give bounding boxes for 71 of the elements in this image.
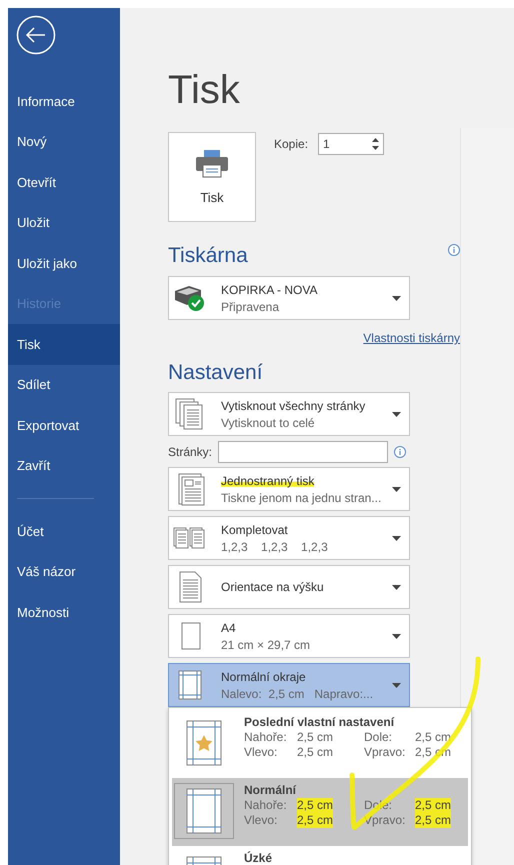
printer-status: Připravena <box>221 300 280 314</box>
dropdown-caret-icon <box>392 584 401 590</box>
margin-value: 2,5 cm <box>297 813 334 828</box>
margin-label: Vlevo: <box>244 813 278 828</box>
spin-arrows-icon[interactable] <box>372 137 380 151</box>
dropdown-caret-icon <box>392 682 401 688</box>
dropdown-caret-icon <box>392 296 401 300</box>
sidebar-item[interactable]: Informace <box>8 81 120 122</box>
print-button[interactable]: Tisk <box>168 132 256 222</box>
info-icon[interactable] <box>394 446 406 458</box>
margin-label: Vpravo: <box>364 813 406 828</box>
dropdown-caret-icon <box>392 412 401 416</box>
option-title: Vytisknout všechny stránky <box>221 398 366 412</box>
option-title: Poslední vlastní nastavení <box>244 715 396 729</box>
sidebar-item[interactable]: Účet <box>8 511 120 552</box>
sidebar-item[interactable]: Uložit <box>8 202 120 243</box>
margin-label: Nahoře: <box>244 798 288 813</box>
sidebar-item[interactable]: Zavřít <box>8 446 120 486</box>
option-detail: Tiskne jenom na jednu stran... <box>221 490 382 504</box>
sidebar-item[interactable]: Možnosti <box>8 592 120 632</box>
sidebar-item[interactable]: Sdílet <box>8 364 120 405</box>
option-title: Úzké <box>244 851 274 865</box>
pages-input-field[interactable] <box>218 441 388 463</box>
sidebar-item[interactable]: Otevřít <box>8 162 120 202</box>
margin-label: Vlevo: <box>244 745 278 760</box>
dropdown-caret-icon <box>392 536 401 540</box>
margin-value: 2,5 cm <box>297 745 334 760</box>
copies-label: Kopie: <box>274 137 308 151</box>
printer-name: KOPIRKA - NOVA <box>221 282 318 296</box>
dropdown-caret-icon <box>392 486 401 492</box>
sidebar-item[interactable]: Nový <box>8 122 120 162</box>
margin-value: 2,5 cm <box>415 798 452 813</box>
sidebar-item[interactable]: Uložit jako <box>8 243 120 284</box>
option-title: A4 <box>221 620 236 634</box>
option-detail: 1,2,3 1,2,3 1,2,3 <box>221 540 329 554</box>
settings-dropdown[interactable]: Kompletovat 1,2,3 1,2,3 1,2,3 <box>168 516 410 560</box>
option-detail: 21 cm × 29,7 cm <box>221 638 312 652</box>
option-detail: Vytisknout to celé <box>221 416 316 430</box>
option-detail: Nalevo: 2,5 cm Napravo:... <box>221 686 374 700</box>
printer-dropdown[interactable]: KOPIRKA - NOVA Připravena <box>168 276 410 320</box>
margin-option[interactable]: Úzké <box>172 846 468 865</box>
settings-dropdown[interactable]: Orientace na výšku <box>168 565 410 609</box>
back-icon[interactable] <box>16 15 56 55</box>
section-heading: Nastavení <box>168 361 263 385</box>
sidebar-item[interactable]: Exportovat <box>8 405 120 446</box>
margins-icon <box>184 786 224 836</box>
sidebar-item[interactable]: Váš názor <box>8 552 120 592</box>
custom-margins-icon <box>184 718 224 768</box>
printer-icon <box>195 150 229 178</box>
settings-dropdown[interactable]: Normální okraje Nalevo: 2,5 cm Napravo:... <box>168 663 410 707</box>
option-title: Kompletovat <box>221 522 288 536</box>
margin-value: 2,5 cm <box>297 730 334 745</box>
margin-value: 2,5 cm <box>415 813 452 828</box>
margin-label: Nahoře: <box>244 730 288 745</box>
margin-value: 2,5 cm <box>415 730 452 745</box>
printer-properties-link[interactable]: Vlastnosti tiskárny <box>363 331 460 345</box>
settings-dropdown[interactable]: Vytisknout všechny stránky Vytisknout to celé <box>168 392 410 436</box>
margin-label: Vpravo: <box>364 745 406 760</box>
sidebar-item[interactable]: Tisk <box>8 324 120 364</box>
option-title: Normální <box>244 783 298 797</box>
copies-spinner[interactable]: 1 <box>318 133 384 155</box>
margin-value: 2,5 cm <box>297 798 334 813</box>
margin-label: Dole: <box>364 730 394 745</box>
pages-label: Stránky: <box>168 445 212 459</box>
option-title: Normální okraje <box>221 670 306 684</box>
section-heading: Tiskárna <box>168 244 248 268</box>
settings-dropdown[interactable]: A4 21 cm × 29,7 cm <box>168 614 410 658</box>
info-icon[interactable] <box>448 244 460 256</box>
dropdown-caret-icon <box>392 634 401 638</box>
page-title: Tisk <box>168 70 241 110</box>
option-title: Orientace na výšku <box>221 580 324 594</box>
